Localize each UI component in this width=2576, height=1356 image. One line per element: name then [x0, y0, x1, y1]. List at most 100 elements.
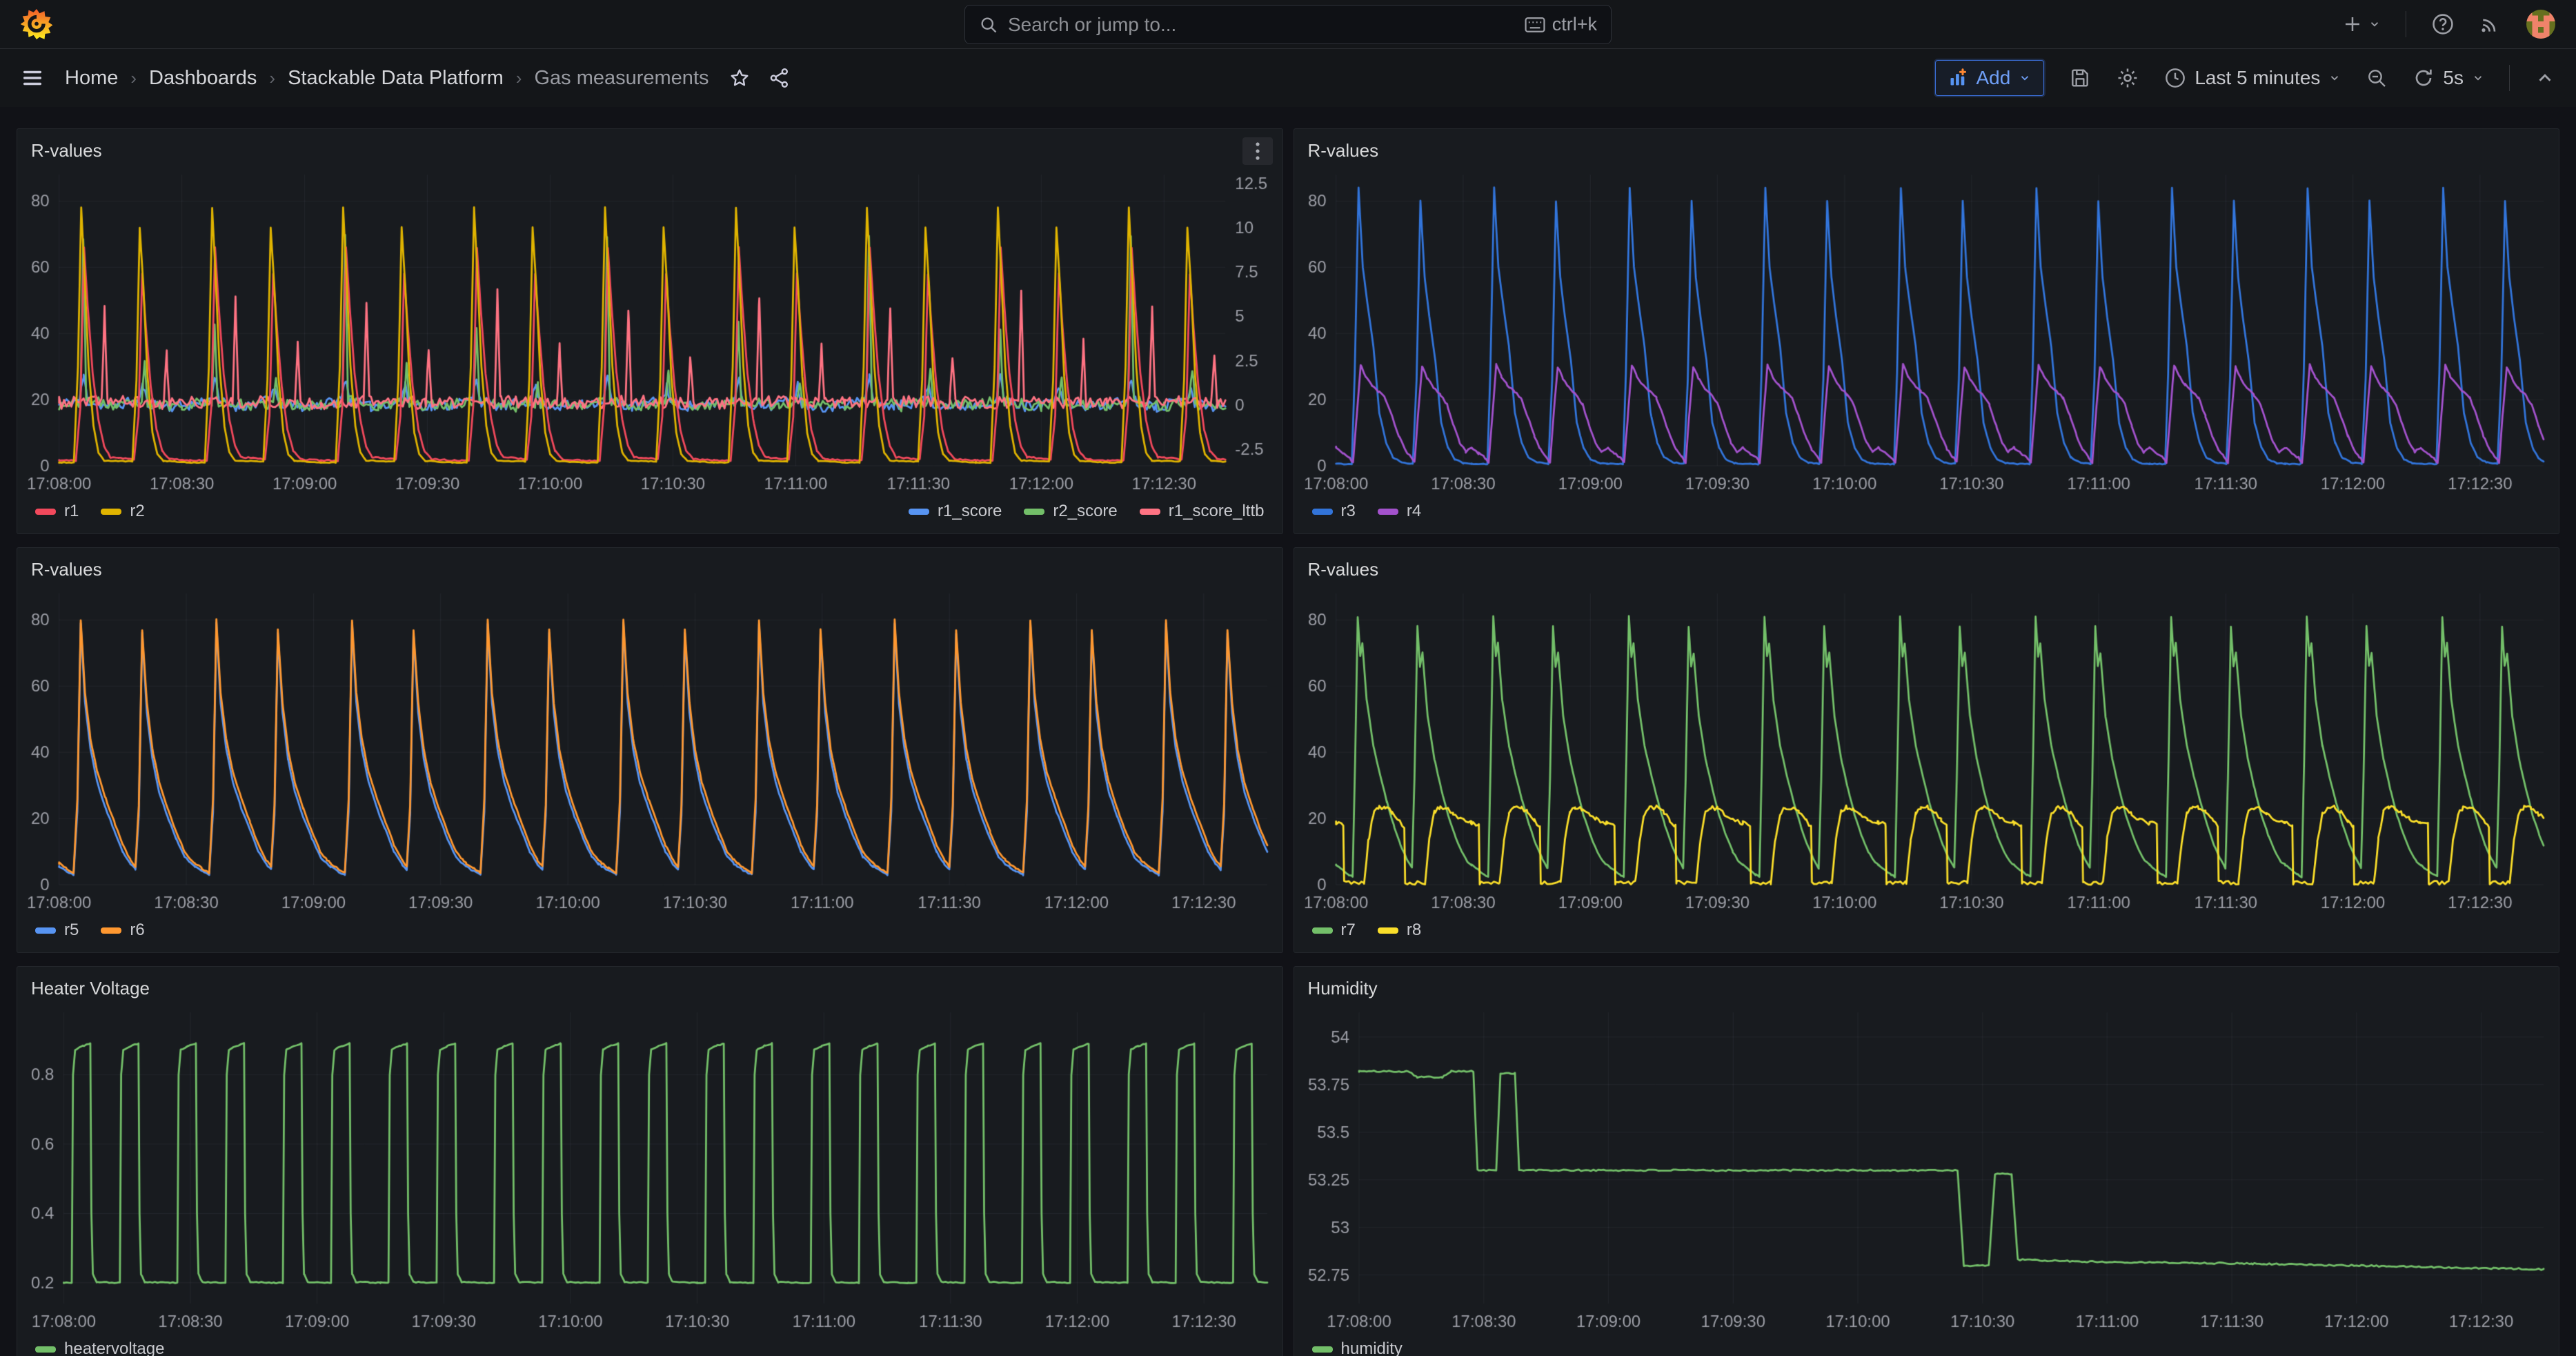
panel-title: R-values [31, 140, 102, 161]
legend-label: r1_score_lttb [1169, 502, 1265, 521]
dashboard-toolbar: Home › Dashboards › Stackable Data Platf… [0, 49, 2576, 107]
panel-legend: heatervoltage [17, 1335, 1282, 1356]
settings-gear-icon[interactable] [2116, 66, 2139, 90]
legend-item-r1[interactable]: r1 [35, 502, 79, 521]
legend-item-humidity[interactable]: humidity [1312, 1339, 1403, 1356]
legend-swatch [909, 509, 929, 515]
chevron-down-icon [2328, 72, 2341, 84]
legend-label: r4 [1407, 502, 1421, 521]
legend-swatch [1378, 927, 1398, 934]
panel-legend: r7 r8 [1294, 916, 2559, 952]
dashboard-grid: R-values r1 r2 r1_score r2_score r1_score_lt… [0, 107, 2576, 1356]
panel-title: Heater Voltage [31, 978, 150, 999]
legend-item-r8[interactable]: r8 [1378, 921, 1421, 940]
legend-item-r6[interactable]: r6 [101, 921, 144, 940]
clock-icon [2164, 67, 2186, 89]
search-input[interactable] [1008, 14, 1515, 36]
legend-swatch [1140, 509, 1160, 515]
panel-title: Humidity [1308, 978, 1378, 999]
global-search[interactable]: ctrl+k [964, 5, 1612, 44]
user-avatar[interactable] [2526, 10, 2555, 39]
menu-hamburger-icon[interactable] [21, 66, 44, 90]
favorite-star-icon[interactable] [729, 67, 751, 89]
panel-title: R-values [31, 559, 102, 580]
legend-swatch [101, 509, 121, 515]
breadcrumb-dashboards[interactable]: Dashboards [149, 67, 257, 90]
panel-header[interactable]: R-values [1294, 548, 2559, 584]
panel-r-values-2: R-values r3 r4 [1294, 128, 2560, 534]
panel-r-values-3: R-values r5 r6 [17, 547, 1283, 953]
collapse-toolbar-icon[interactable] [2535, 68, 2555, 88]
legend-swatch [101, 927, 121, 934]
time-series-chart[interactable] [23, 584, 1277, 916]
breadcrumb-separator: › [130, 68, 137, 89]
legend-item-r5[interactable]: r5 [35, 921, 79, 940]
legend-label: r2_score [1053, 502, 1117, 521]
legend-label: r8 [1407, 921, 1421, 940]
legend-item-r3[interactable]: r3 [1312, 502, 1356, 521]
panel-header[interactable]: R-values [1294, 129, 2559, 165]
panel-title: R-values [1308, 559, 1379, 580]
legend-item-r2[interactable]: r2 [101, 502, 144, 521]
chevron-down-icon [2472, 72, 2484, 84]
panel-header[interactable]: Heater Voltage [17, 967, 1282, 1003]
time-series-chart[interactable] [1300, 165, 2554, 498]
time-range-picker[interactable]: Last 5 minutes [2164, 67, 2341, 89]
zoom-out-icon[interactable] [2366, 67, 2388, 89]
refresh-picker[interactable]: 5s [2412, 67, 2484, 89]
legend-label: r2 [130, 502, 144, 521]
time-series-chart[interactable] [1300, 584, 2554, 916]
legend-item-r7[interactable]: r7 [1312, 921, 1356, 940]
legend-swatch [35, 509, 56, 515]
breadcrumb-home[interactable]: Home [65, 67, 118, 90]
legend-item-r4[interactable]: r4 [1378, 502, 1421, 521]
legend-item-r1_score[interactable]: r1_score [909, 502, 1002, 521]
legend-item-heatervoltage[interactable]: heatervoltage [35, 1339, 164, 1356]
grafana-logo-icon[interactable] [21, 8, 52, 40]
breadcrumb: Home › Dashboards › Stackable Data Platf… [65, 67, 709, 90]
legend-label: heatervoltage [64, 1339, 164, 1356]
legend-label: r1_score [938, 502, 1002, 521]
time-series-chart[interactable] [23, 165, 1277, 498]
share-icon[interactable] [769, 67, 791, 89]
breadcrumb-folder[interactable]: Stackable Data Platform [288, 67, 504, 90]
panel-r-values-1: R-values r1 r2 r1_score r2_score r1_score_lt… [17, 128, 1283, 534]
panel-menu-kebab-icon[interactable] [1242, 137, 1273, 165]
breadcrumb-separator: › [269, 68, 275, 89]
legend-swatch [1312, 509, 1333, 515]
save-dashboard-icon[interactable] [2069, 67, 2091, 89]
refresh-icon [2412, 67, 2435, 89]
legend-item-r2_score[interactable]: r2_score [1024, 502, 1117, 521]
legend-label: r6 [130, 921, 144, 940]
divider [2509, 65, 2510, 91]
legend-swatch [1312, 927, 1333, 934]
legend-swatch [1024, 509, 1044, 515]
new-plus-button[interactable] [2342, 14, 2381, 35]
legend-swatch [1312, 1346, 1333, 1353]
legend-label: r3 [1341, 502, 1356, 521]
panel-heater-voltage: Heater Voltage heatervoltage [17, 966, 1283, 1356]
legend-swatch [35, 1346, 56, 1353]
legend-item-r1_score_lttb[interactable]: r1_score_lttb [1140, 502, 1265, 521]
panel-header[interactable]: R-values [17, 129, 1282, 165]
time-series-chart[interactable] [23, 1003, 1277, 1335]
help-icon[interactable] [2431, 12, 2455, 36]
panel-title: R-values [1308, 140, 1379, 161]
keyboard-icon [1525, 17, 1545, 32]
panel-legend: r1 r2 r1_score r2_score r1_score_lttb [17, 498, 1282, 533]
time-series-chart[interactable] [1300, 1003, 2554, 1335]
legend-swatch [35, 927, 56, 934]
top-bar: ctrl+k [0, 0, 2576, 49]
breadcrumb-current: Gas measurements [534, 67, 709, 90]
legend-label: humidity [1341, 1339, 1403, 1356]
panel-header[interactable]: R-values [17, 548, 1282, 584]
add-panel-button[interactable]: Add [1935, 60, 2044, 96]
legend-label: r1 [64, 502, 79, 521]
news-rss-icon[interactable] [2479, 13, 2501, 35]
panel-r-values-4: R-values r7 r8 [1294, 547, 2560, 953]
panel-header[interactable]: Humidity [1294, 967, 2559, 1003]
search-icon [979, 15, 998, 35]
panel-legend: r3 r4 [1294, 498, 2559, 533]
chevron-down-icon [2019, 72, 2031, 84]
breadcrumb-separator: › [516, 68, 522, 89]
